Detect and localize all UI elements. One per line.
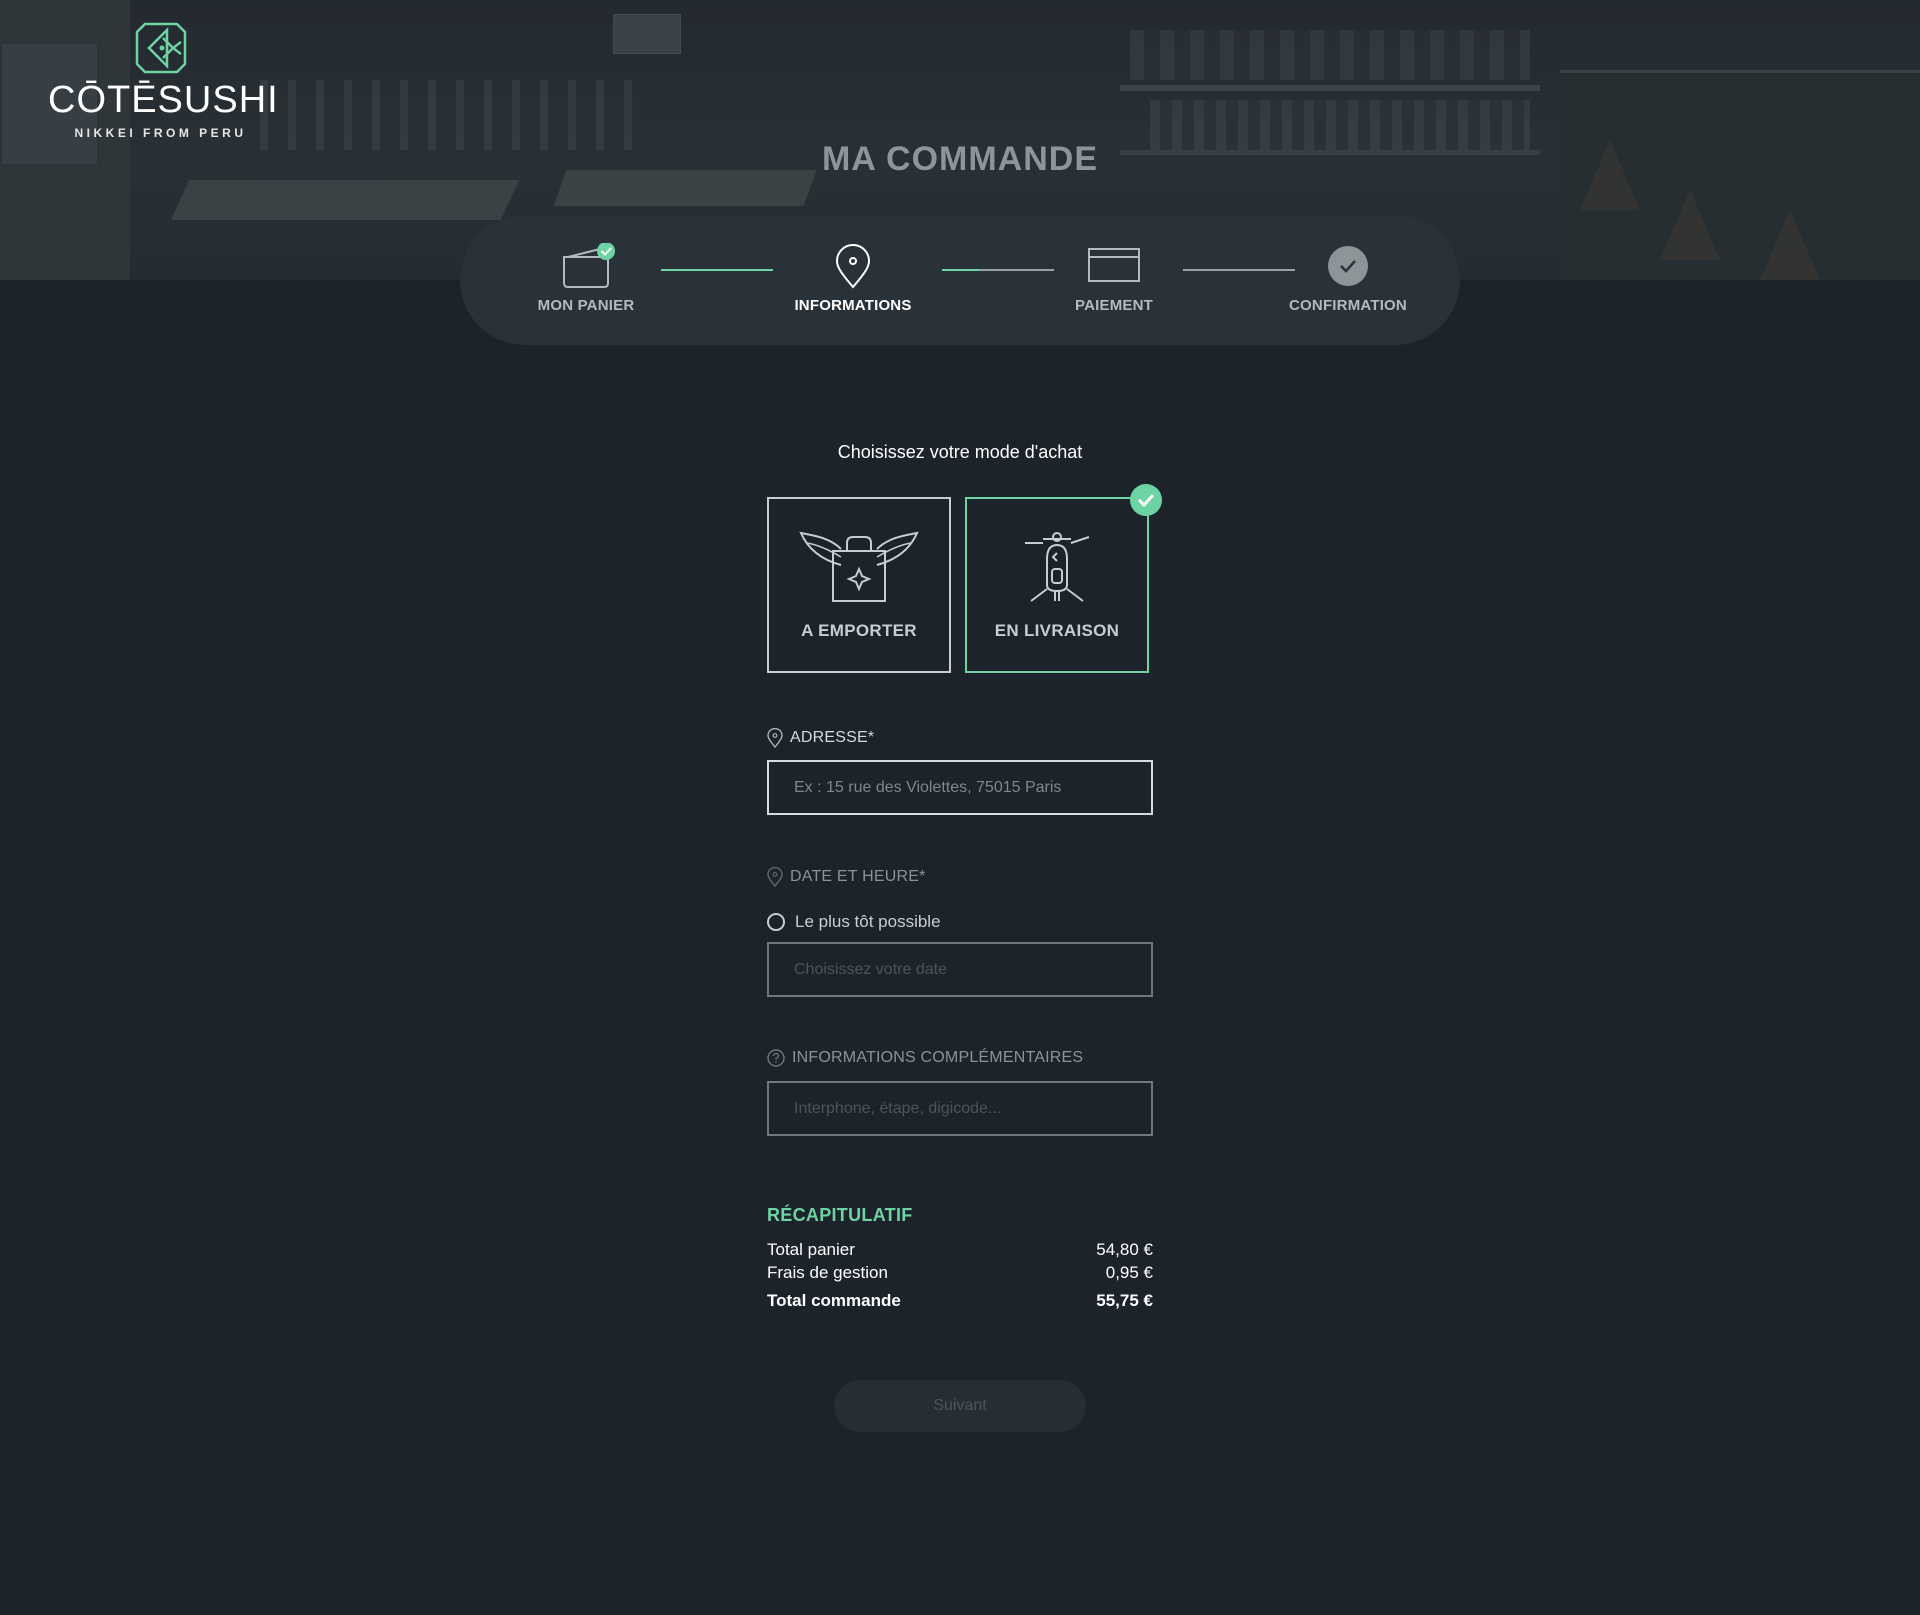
recap-row-label: Total commande bbox=[767, 1291, 901, 1310]
address-input[interactable] bbox=[767, 760, 1153, 815]
mode-option-a-emporter[interactable]: A EMPORTER bbox=[767, 497, 951, 673]
recap-row-value: 0,95 € bbox=[1105, 1263, 1153, 1282]
recap-row-frais-gestion: Frais de gestion 0,95 € bbox=[767, 1263, 1153, 1283]
check-circle-icon bbox=[1328, 246, 1368, 286]
selected-check-icon bbox=[1130, 484, 1162, 516]
mode-title: Choisissez votre mode d'achat bbox=[837, 442, 1083, 462]
address-label: ADRESSE* bbox=[790, 729, 875, 746]
step-connector-progress bbox=[661, 269, 773, 271]
step-label: PAIEMENT bbox=[1075, 297, 1153, 314]
step-mon-panier[interactable]: MON PANIER bbox=[496, 215, 676, 345]
recap-row-total-commande: Total commande 55,75 € bbox=[767, 1291, 1153, 1311]
asap-radio-row[interactable]: Le plus tôt possible bbox=[767, 912, 941, 932]
page-title: MA COMMANDE bbox=[821, 140, 1099, 178]
next-button[interactable]: Suivant bbox=[834, 1380, 1086, 1432]
mode-option-label: EN LIVRAISON bbox=[994, 621, 1120, 640]
asap-radio-label: Le plus tôt possible bbox=[795, 912, 941, 931]
step-label: CONFIRMATION bbox=[1289, 297, 1407, 314]
checkout-stepper: MON PANIER INFORMATIONS PAIEMENT CONFIRM… bbox=[460, 215, 1460, 345]
question-circle-icon bbox=[767, 1049, 785, 1067]
credit-card-icon bbox=[1088, 248, 1140, 282]
recap-row-total-panier: Total panier 54,80 € bbox=[767, 1240, 1153, 1260]
logo-mark-icon bbox=[135, 22, 186, 74]
mode-option-label: A EMPORTER bbox=[801, 621, 917, 640]
recap-row-label: Total panier bbox=[767, 1240, 855, 1259]
step-informations[interactable]: INFORMATIONS bbox=[763, 215, 943, 345]
brand-tagline: NIKKEI FROM PERU bbox=[74, 126, 247, 140]
datetime-label-row: DATE ET HEURE* bbox=[767, 867, 926, 887]
datetime-label: DATE ET HEURE* bbox=[790, 868, 926, 885]
location-pin-icon bbox=[835, 244, 871, 289]
location-pin-icon bbox=[767, 728, 783, 748]
winged-bag-icon bbox=[799, 531, 919, 602]
extra-info-label-row: INFORMATIONS COMPLÉMENTAIRES bbox=[767, 1049, 1083, 1067]
extra-info-label: INFORMATIONS COMPLÉMENTAIRES bbox=[792, 1049, 1084, 1066]
date-input[interactable] bbox=[767, 942, 1153, 997]
step-label: MON PANIER bbox=[537, 297, 635, 314]
recap-title: RÉCAPITULATIF bbox=[767, 1205, 913, 1225]
basket-icon bbox=[563, 243, 615, 288]
brand-name: CŌTĒSUSHI bbox=[48, 79, 279, 121]
mode-option-en-livraison[interactable]: EN LIVRAISON bbox=[965, 484, 1162, 673]
scooter-icon bbox=[1025, 532, 1090, 602]
address-label-row: ADRESSE* bbox=[767, 728, 874, 748]
location-pin-icon bbox=[767, 867, 783, 887]
step-label: INFORMATIONS bbox=[794, 297, 912, 314]
recap-row-label: Frais de gestion bbox=[767, 1263, 888, 1282]
asap-radio[interactable] bbox=[767, 913, 785, 931]
step-paiement[interactable]: PAIEMENT bbox=[1024, 215, 1204, 345]
recap-row-value: 54,80 € bbox=[1096, 1240, 1153, 1259]
recap-row-value: 55,75 € bbox=[1096, 1291, 1153, 1310]
extra-info-input[interactable] bbox=[767, 1081, 1153, 1136]
brand-logo[interactable]: CŌTĒSUSHI NIKKEI FROM PERU bbox=[48, 20, 279, 145]
step-connector bbox=[661, 269, 773, 271]
step-connector-progress bbox=[942, 269, 979, 271]
step-confirmation[interactable]: CONFIRMATION bbox=[1258, 215, 1438, 345]
